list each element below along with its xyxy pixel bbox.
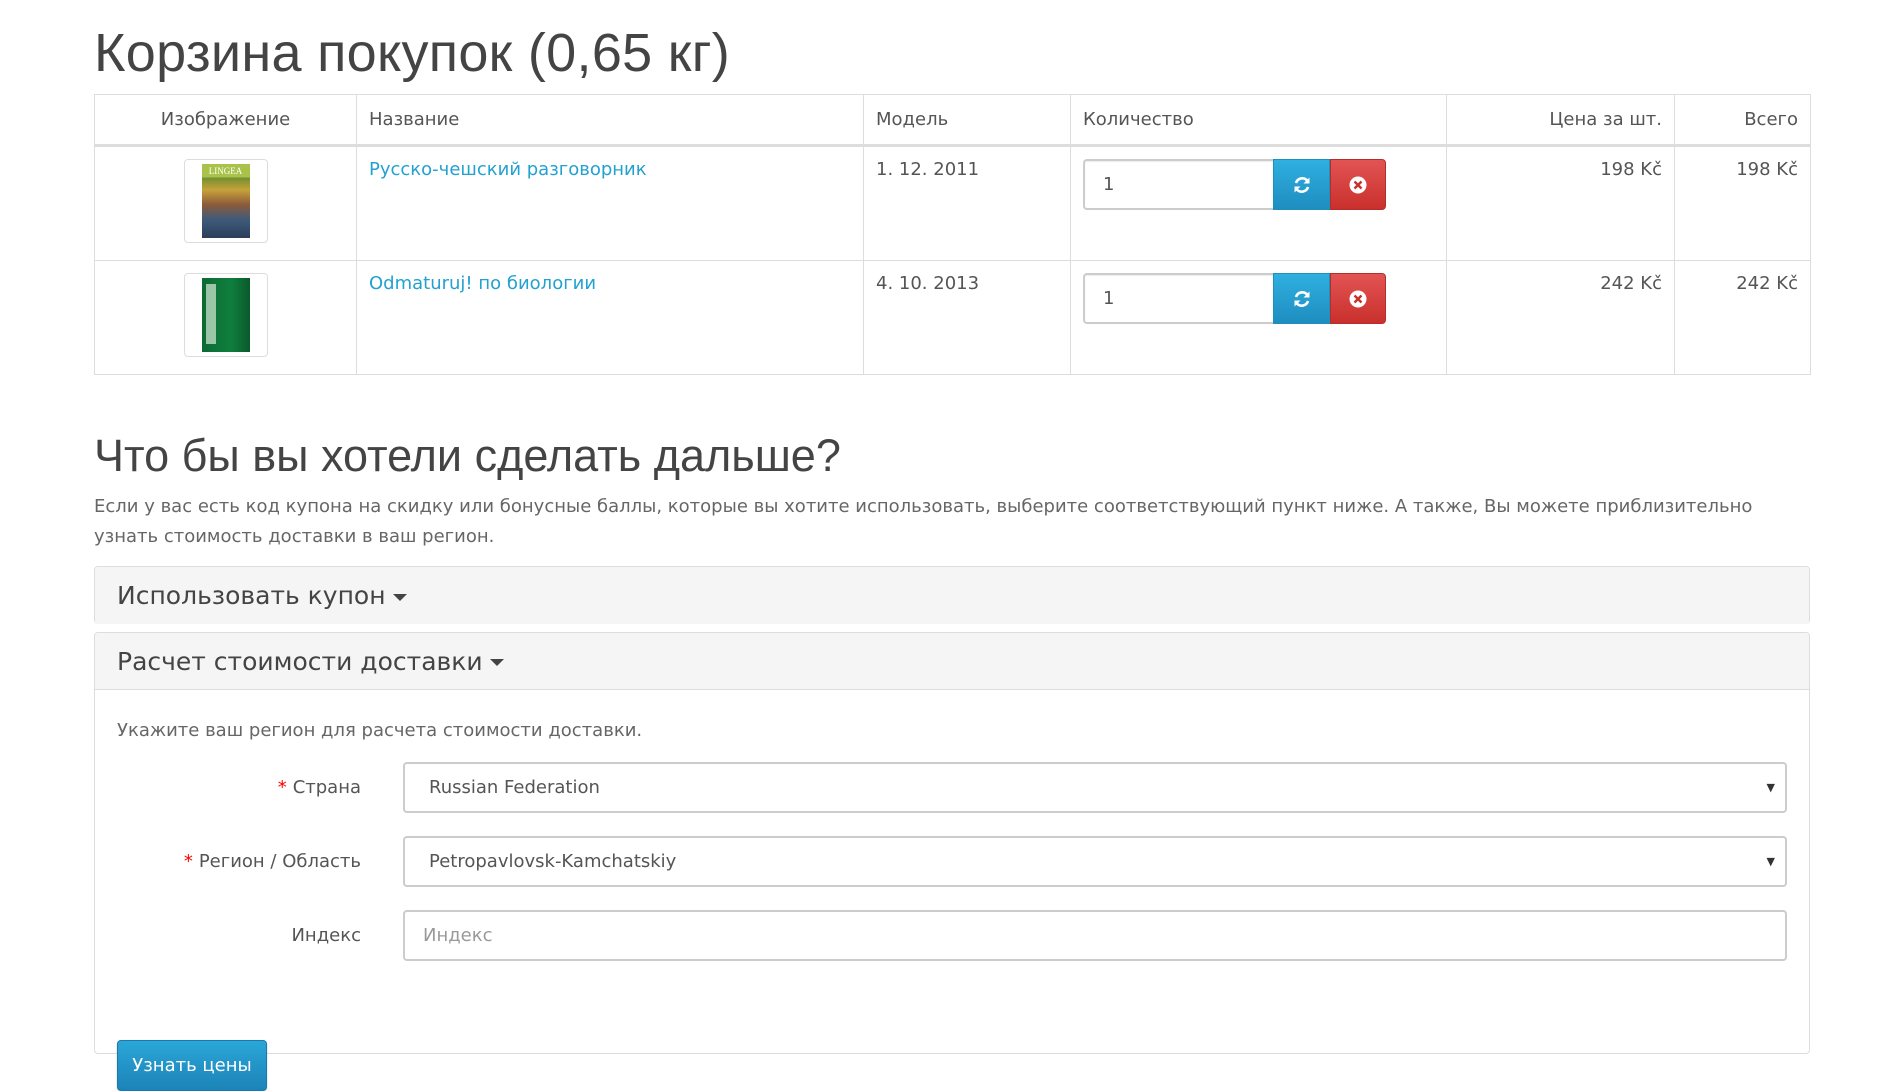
main-container: Корзина покупок (0,65 кг) Изображение На… [94, 0, 1811, 1091]
shipping-panel-toggle[interactable]: Расчет стоимости доставки [95, 633, 1809, 690]
header-unit-price: Цена за шт. [1446, 94, 1675, 147]
region-row: * Регион / Область Petropavlovsk-Kamchats… [95, 836, 1811, 887]
caret-down-icon [392, 593, 407, 601]
quantity-input[interactable] [1083, 273, 1273, 324]
product-thumbnail[interactable]: LINGEA [183, 159, 268, 243]
shipping-hint: Укажите ваш регион для расчета стоимости… [117, 720, 643, 741]
remove-icon [1349, 290, 1367, 307]
header-name: Название [356, 94, 864, 147]
header-image: Изображение [94, 94, 357, 147]
cart-table: Изображение Название Модель Количество Ц… [94, 94, 1811, 375]
refresh-button[interactable] [1273, 159, 1330, 210]
next-steps-title: Что бы вы хотели сделать дальше? [94, 430, 841, 481]
country-label-text: Страна [292, 777, 361, 798]
table-row: LINGEA Русско-чешский разговорник 1. 12.… [94, 145, 1811, 261]
required-asterisk: * [277, 777, 287, 798]
region-label: * Регион / Область [184, 836, 361, 887]
next-steps-intro: Если у вас есть код купона на скидку или… [94, 496, 1753, 547]
book-cover-text: LINGEA [208, 166, 243, 176]
region-select[interactable]: Petropavlovsk-Kamchatskiy [403, 836, 1787, 887]
refresh-icon [1294, 290, 1309, 307]
country-select[interactable]: Russian Federation [403, 762, 1787, 813]
remove-icon [1349, 176, 1367, 193]
caret-down-icon [489, 659, 504, 666]
product-model: 1. 12. 2011 [863, 145, 1071, 261]
cart-header-row: Изображение Название Модель Количество Ц… [94, 94, 1811, 147]
table-row: Odmaturuj! по биологии 4. 10. 2013 1 242… [94, 260, 1811, 375]
header-total: Всего [1674, 94, 1811, 147]
coupon-panel-title: Использовать купон [117, 581, 386, 610]
quantity-group [1083, 273, 1386, 324]
remove-button[interactable] [1330, 273, 1386, 324]
required-asterisk: * [183, 851, 193, 872]
country-label: * Страна [278, 762, 361, 813]
shipping-panel: Расчет стоимости доставки Укажите ваш ре… [94, 632, 1811, 1091]
postcode-row: Индекс [95, 910, 1811, 961]
book-cover-image [201, 278, 250, 352]
product-total: 198 Kč [1674, 145, 1811, 261]
region-label-text: Регион / Область [198, 851, 361, 872]
coupon-panel: Использовать купон [94, 566, 1810, 624]
country-selected-value: Russian Federation [429, 777, 600, 798]
book-spine-text [205, 284, 216, 344]
product-unit-price: 198 Kč [1446, 145, 1675, 261]
header-quantity: Количество [1070, 94, 1447, 147]
page-title: Корзина покупок (0,65 кг) [94, 23, 730, 83]
remove-button[interactable] [1330, 159, 1386, 210]
postcode-input[interactable] [403, 910, 1787, 961]
book-cover-image: LINGEA [201, 164, 250, 238]
refresh-icon [1294, 176, 1309, 193]
shipping-panel-title: Расчет стоимости доставки [117, 646, 483, 676]
product-name-link[interactable]: Русско-чешский разговорник [369, 159, 647, 180]
product-thumbnail[interactable] [183, 273, 268, 357]
quantity-group [1083, 159, 1386, 210]
quantity-input[interactable] [1083, 159, 1273, 210]
product-model: 4. 10. 2013 [863, 260, 1071, 375]
product-name-link[interactable]: Odmaturuj! по биологии [369, 273, 596, 294]
get-quotes-button[interactable]: Узнать цены [117, 1040, 267, 1091]
header-model: Модель [863, 94, 1071, 147]
country-row: * Страна Russian Federation [95, 762, 1811, 813]
postcode-label: Индекс [291, 925, 361, 946]
region-selected-value: Petropavlovsk-Kamchatskiy [429, 851, 677, 872]
product-total: 242 Kč [1674, 260, 1811, 375]
refresh-button[interactable] [1273, 273, 1330, 324]
product-unit-price: 242 Kč [1446, 260, 1675, 375]
coupon-panel-toggle[interactable]: Использовать купон [95, 567, 1809, 624]
